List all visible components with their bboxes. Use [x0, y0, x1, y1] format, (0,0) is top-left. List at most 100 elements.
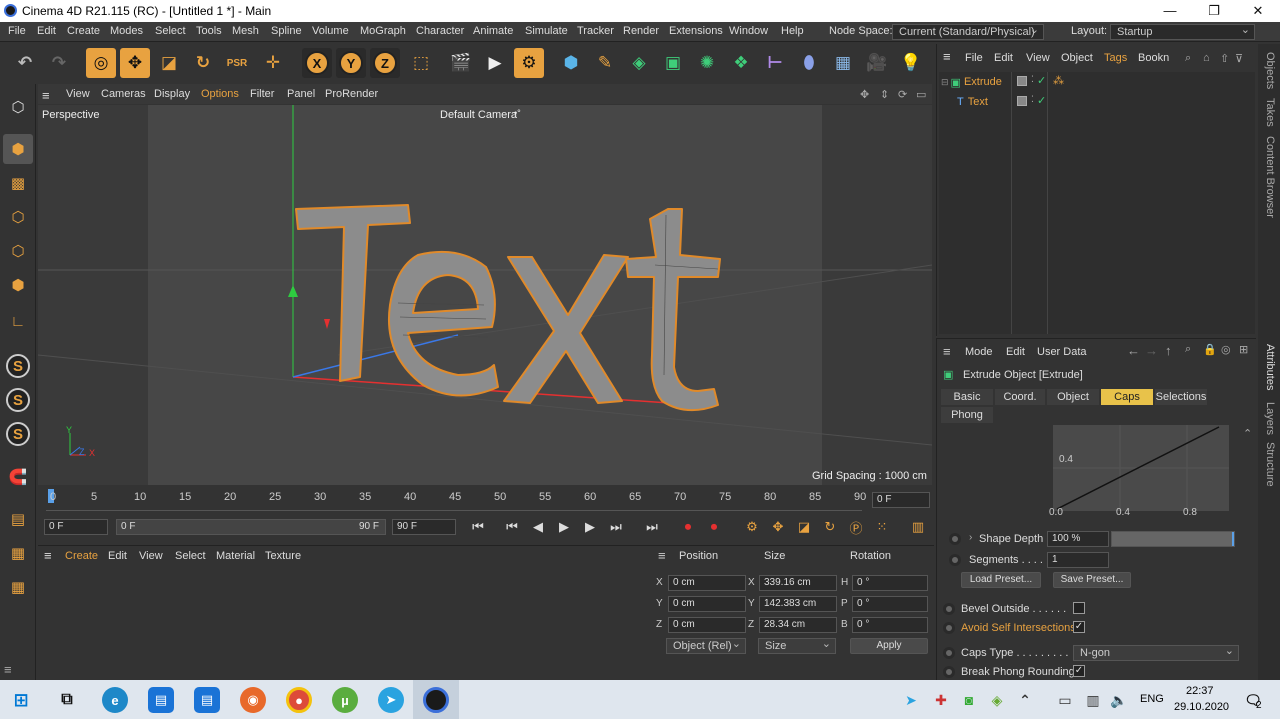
firefox-icon[interactable]: ◉	[240, 687, 266, 713]
key-position-icon[interactable]: ✥	[766, 516, 790, 538]
menu-character[interactable]: Character	[416, 25, 464, 37]
prev-key-icon[interactable]: ⏮	[500, 516, 524, 538]
light-icon[interactable]: 💡	[896, 48, 926, 78]
bevel-curve-graph[interactable]	[1053, 425, 1229, 511]
snap-icon[interactable]: S	[6, 354, 30, 378]
text-visibility-dots-icon[interactable]: ⁚	[1031, 94, 1034, 105]
floor-icon[interactable]: ▦	[828, 48, 858, 78]
vp-menu-options[interactable]: Options	[201, 88, 239, 100]
next-key-icon[interactable]: ⏭	[604, 516, 628, 538]
vp-menu-filter[interactable]: Filter	[250, 88, 274, 100]
rot-h-field[interactable]: 0 °	[852, 575, 928, 591]
attr-forward-icon[interactable]: →	[1145, 343, 1158, 358]
prev-frame-icon[interactable]: ◀	[526, 516, 550, 538]
tab-selections[interactable]: Selections	[1155, 389, 1207, 405]
size-z-field[interactable]: 28.34 cm	[759, 617, 837, 633]
goto-start-icon[interactable]: ⏮	[466, 516, 490, 538]
text-enabled-check-icon[interactable]: ✓	[1037, 94, 1046, 107]
shape-depth-animate-icon[interactable]	[949, 533, 961, 545]
scale-tool-icon[interactable]: ◪	[154, 48, 184, 78]
object-name-extrude[interactable]: Extrude	[964, 76, 1002, 88]
render-picture-viewer-icon[interactable]: ▶	[480, 48, 510, 78]
edges-mode-icon[interactable]: ⬡	[3, 236, 33, 266]
move-tool-icon[interactable]: ✥	[120, 48, 150, 78]
obj-menu-tags[interactable]: Tags	[1104, 52, 1127, 64]
caps-type-dropdown[interactable]: N-gon	[1073, 644, 1239, 661]
coordinate-system-icon[interactable]: ⬚	[406, 48, 436, 78]
tray-chevron-icon[interactable]: ⌃	[1012, 687, 1038, 713]
node-space-dropdown[interactable]: Current (Standard/Physical)	[892, 23, 1044, 40]
close-button[interactable]: ✕	[1236, 0, 1280, 22]
camera-name[interactable]: Default Camera	[440, 109, 517, 121]
vp-menu-panel[interactable]: Panel	[287, 88, 315, 100]
visibility-dots-icon[interactable]: ⁚	[1031, 74, 1034, 85]
key-param-icon[interactable]: Ⓟ	[844, 516, 868, 538]
vp-zoom-icon[interactable]: ⇕	[880, 88, 889, 101]
planar-workplane-icon[interactable]: ▦	[3, 572, 33, 602]
timeline-window-icon[interactable]: ▥	[906, 516, 930, 538]
hamburger-icon[interactable]: ≡	[42, 88, 50, 103]
avoid-self-checkbox[interactable]: ✓	[1073, 621, 1085, 633]
goto-end-icon[interactable]: ⏭	[640, 516, 664, 538]
tab-objects[interactable]: Objects	[1264, 52, 1276, 89]
tray-network-icon[interactable]: ▭	[1052, 687, 1078, 713]
tab-content-browser[interactable]: Content Browser	[1264, 136, 1276, 218]
apply-button[interactable]: Apply	[850, 638, 928, 654]
rotate-tool-icon[interactable]: ↻	[188, 48, 218, 78]
deformer-icon[interactable]: ⊢	[760, 48, 790, 78]
menu-mesh[interactable]: Mesh	[232, 25, 259, 37]
field-icon[interactable]: ⬮	[794, 48, 824, 78]
collapse-icon[interactable]: ⌃	[1243, 427, 1252, 440]
attr-new-icon[interactable]: ⊞	[1239, 343, 1248, 356]
enabled-check-icon[interactable]: ✓	[1037, 74, 1046, 87]
attr-up-icon[interactable]: ↑	[1165, 343, 1172, 358]
tray-battery-icon[interactable]: ▥	[1080, 687, 1106, 713]
mat-menu-texture[interactable]: Texture	[265, 550, 301, 562]
snap-settings-icon[interactable]: S	[6, 388, 30, 412]
make-editable-icon[interactable]: ⬡	[3, 92, 33, 122]
pen-spline-icon[interactable]: ✎	[590, 48, 620, 78]
fracture-icon[interactable]: ❖	[726, 48, 756, 78]
save-preset-button[interactable]: Save Preset...	[1053, 572, 1131, 588]
mat-menu-select[interactable]: Select	[175, 550, 206, 562]
play-icon[interactable]: ▶	[552, 516, 576, 538]
workplane-icon[interactable]: ▤	[3, 504, 33, 534]
tray-telegram-icon[interactable]: ➤	[898, 687, 924, 713]
attr-menu-userdata[interactable]: User Data	[1037, 346, 1087, 358]
cloner-icon[interactable]: ✺	[692, 48, 722, 78]
mat-menu-edit[interactable]: Edit	[108, 550, 127, 562]
obj-filter-icon[interactable]: ⊽	[1235, 52, 1243, 65]
expand-icon[interactable]: ⊟	[941, 77, 949, 88]
minimize-button[interactable]: —	[1148, 0, 1192, 22]
layer-swatch-icon[interactable]	[1017, 76, 1027, 86]
transform-icon[interactable]: ✛	[258, 48, 288, 78]
psr-icon[interactable]: PSR	[222, 48, 252, 78]
maximize-button[interactable]: ❐	[1192, 0, 1236, 22]
start-frame-field[interactable]: 0 F	[44, 519, 108, 535]
store2-icon[interactable]: ▤	[194, 687, 220, 713]
cinema4d-task-active[interactable]	[413, 680, 459, 719]
next-frame-icon[interactable]: ▶	[578, 516, 602, 538]
object-name-text[interactable]: Text	[968, 96, 988, 108]
shape-depth-slider[interactable]	[1111, 531, 1235, 547]
pos-x-field[interactable]: 0 cm	[668, 575, 746, 591]
x-axis-lock-icon[interactable]: X	[302, 48, 332, 78]
quantize-icon[interactable]: S	[6, 422, 30, 446]
tab-basic[interactable]: Basic	[941, 389, 993, 405]
menu-create[interactable]: Create	[67, 25, 100, 37]
model-mode-icon[interactable]: ⬢	[3, 134, 33, 164]
menu-file[interactable]: File	[8, 25, 26, 37]
polygons-mode-icon[interactable]: ⬢	[3, 270, 33, 300]
tray-nvidia-icon[interactable]: ◈	[984, 687, 1010, 713]
menu-help[interactable]: Help	[781, 25, 804, 37]
object-row-extrude[interactable]: ⊟ ▣ Extrude ⁚ ✓ ⁂	[941, 74, 1241, 90]
obj-up-icon[interactable]: ⇧	[1220, 52, 1229, 65]
subdivision-icon[interactable]: ◈	[624, 48, 654, 78]
obj-home-icon[interactable]: ⌂	[1203, 52, 1210, 64]
vp-menu-display[interactable]: Display	[154, 88, 190, 100]
obj-hamburger-icon[interactable]: ≡	[943, 49, 951, 64]
key-scale-icon[interactable]: ◪	[792, 516, 816, 538]
menu-animate[interactable]: Animate	[473, 25, 513, 37]
obj-menu-bookmarks[interactable]: Bookn	[1138, 52, 1169, 64]
bottom-left-menu-icon[interactable]: ≡	[4, 662, 12, 677]
